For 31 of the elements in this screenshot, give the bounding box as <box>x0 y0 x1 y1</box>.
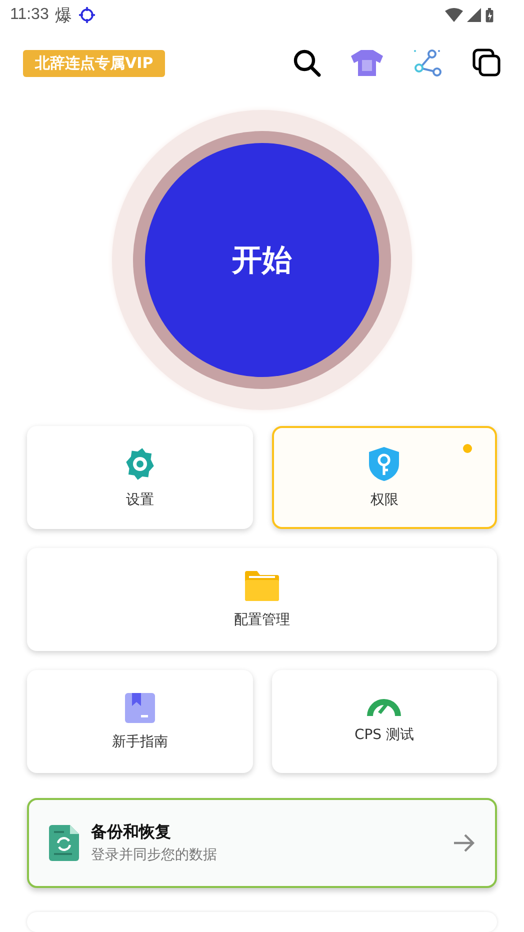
copy-icon[interactable] <box>472 48 502 78</box>
share-icon[interactable] <box>412 48 444 78</box>
menu-tile[interactable]: 设置 <box>27 426 252 529</box>
menu-tile[interactable]: 新手指南 <box>27 670 252 773</box>
gauge-icon <box>367 699 402 716</box>
wifi-icon <box>445 8 463 22</box>
menu-tile[interactable]: CPS 测试 <box>272 670 497 773</box>
tshirt-icon[interactable] <box>350 48 384 78</box>
backup-card[interactable]: 备份和恢复 登录并同步您的数据 <box>27 798 497 888</box>
backup-title: 备份和恢复 <box>91 822 172 843</box>
start-button[interactable]: 开始 <box>145 143 379 377</box>
menu-tile[interactable]: 配置管理 <box>27 548 497 651</box>
arrow-right-icon <box>453 834 475 852</box>
status-time: 11:33 <box>10 6 49 24</box>
tile-label: CPS 测试 <box>354 726 414 744</box>
menu-tile[interactable]: 权限 <box>272 426 497 529</box>
battery-icon <box>485 8 494 22</box>
tile-label: 设置 <box>126 490 154 508</box>
crosshair-icon <box>78 6 96 24</box>
signal-icon <box>467 8 481 22</box>
tile-label: 配置管理 <box>234 610 290 628</box>
book-icon <box>124 692 155 722</box>
vip-badge: 北辞连点专属VIP <box>23 50 166 76</box>
tile-label: 新手指南 <box>112 732 168 750</box>
file-sync-icon <box>49 825 79 861</box>
tile-label: 权限 <box>370 490 398 508</box>
backup-subtitle: 登录并同步您的数据 <box>91 846 218 864</box>
status-notification: 爆 <box>54 4 72 26</box>
folder-icon <box>245 570 279 600</box>
search-icon[interactable] <box>292 48 322 78</box>
shield-key-icon <box>368 446 400 480</box>
